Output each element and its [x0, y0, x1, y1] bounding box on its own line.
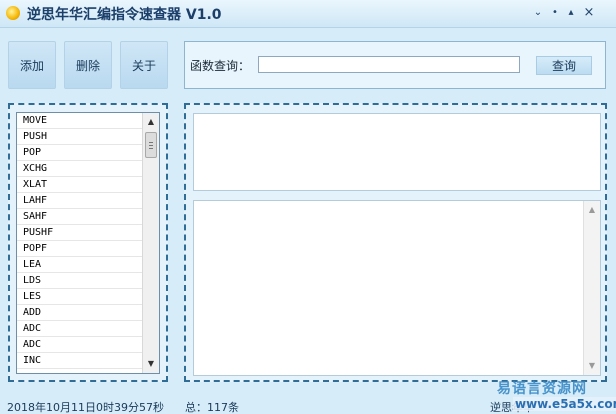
list-item[interactable]: ADC — [17, 337, 142, 353]
query-panel: 函数查询： 查询 — [184, 41, 606, 89]
list-item[interactable]: PUSHF — [17, 225, 142, 241]
list-item[interactable]: LAHF — [17, 193, 142, 209]
title-bar: 逆思年华汇编指令速查器 V1.0 ⌄ • ▴ × — [0, 0, 616, 28]
list-item[interactable]: LDS — [17, 273, 142, 289]
instruction-listbox[interactable]: MOVE PUSH POP XCHG XLAT LAHF SAHF PUSHF POPF LEA L… — [16, 112, 160, 374]
list-item[interactable]: XCHG — [17, 161, 142, 177]
window-title: 逆思年华汇编指令速查器 V1.0 — [27, 7, 222, 23]
dot-icon[interactable]: • — [548, 6, 562, 20]
detail-scroll-down-icon[interactable]: ▼ — [584, 358, 600, 374]
search-input[interactable] — [258, 56, 520, 73]
add-button[interactable]: 添加 — [8, 41, 56, 89]
watermark-url: www.e5a5x.com — [513, 397, 616, 411]
about-button[interactable]: 关于 — [120, 41, 168, 89]
scroll-up-icon[interactable]: ▲ — [143, 114, 159, 130]
query-label: 函数查询： — [190, 59, 251, 73]
app-icon — [6, 6, 20, 20]
detail-scroll-up-icon[interactable]: ▲ — [584, 202, 600, 218]
list-item[interactable]: POPF — [17, 241, 142, 257]
close-button[interactable]: × — [582, 6, 596, 20]
list-item[interactable]: MOVE — [17, 113, 142, 129]
list-item[interactable]: ADC — [17, 321, 142, 337]
delete-button[interactable]: 删除 — [64, 41, 112, 89]
watermark-title: 易语言资源网 — [497, 381, 587, 397]
status-datetime: 2018年10月11日0时39分57秒 — [7, 401, 164, 414]
list-item[interactable]: LES — [17, 289, 142, 305]
list-item[interactable]: INC — [17, 353, 142, 369]
detail-textarea[interactable]: ▲ ▼ — [193, 200, 601, 376]
scroll-thumb[interactable] — [145, 132, 157, 158]
instruction-list: MOVE PUSH POP XCHG XLAT LAHF SAHF PUSHF POPF LEA L… — [17, 113, 142, 369]
list-item[interactable]: SAHF — [17, 209, 142, 225]
list-item[interactable]: XLAT — [17, 177, 142, 193]
list-item[interactable]: LEA — [17, 257, 142, 273]
minimize-button[interactable]: ▴ — [564, 6, 578, 20]
status-total: 总：117条 — [185, 401, 239, 414]
list-item[interactable]: POP — [17, 145, 142, 161]
scroll-down-icon[interactable]: ▼ — [143, 356, 159, 372]
detail-scrollbar[interactable]: ▲ ▼ — [583, 201, 600, 375]
query-button[interactable]: 查询 — [536, 56, 592, 75]
list-item[interactable]: ADD — [17, 305, 142, 321]
list-scrollbar[interactable]: ▲ ▼ — [142, 113, 159, 373]
chevron-down-icon[interactable]: ⌄ — [531, 6, 545, 20]
list-item[interactable]: PUSH — [17, 129, 142, 145]
summary-textarea[interactable] — [193, 113, 601, 191]
